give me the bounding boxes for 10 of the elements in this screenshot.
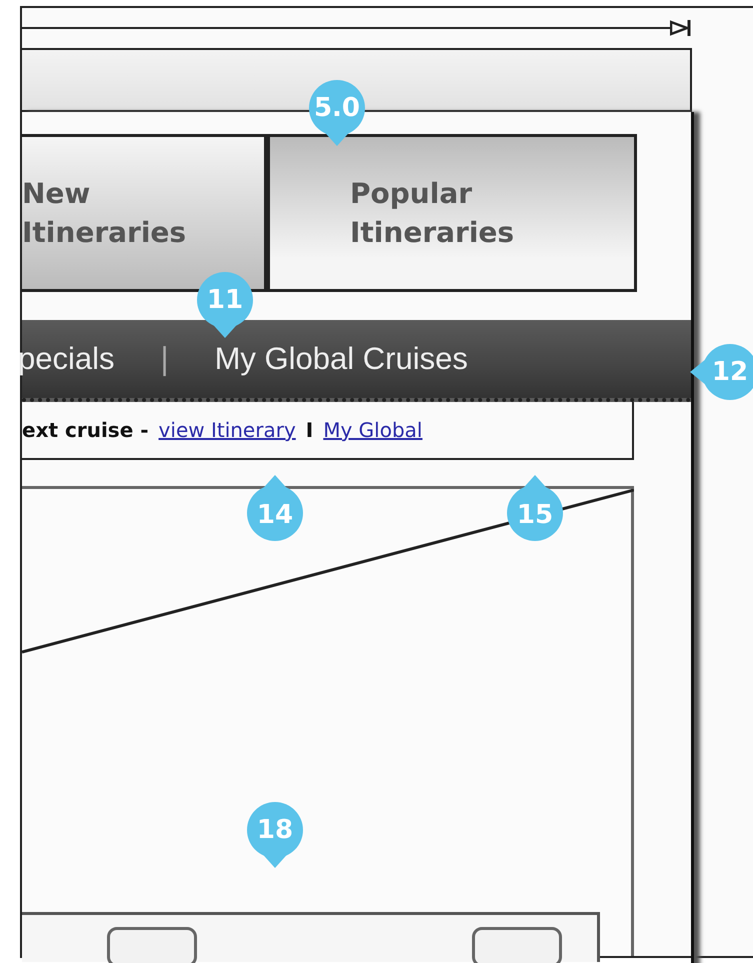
nav-link[interactable]: My Global Cruises bbox=[214, 341, 468, 377]
nav-button[interactable] bbox=[107, 927, 197, 963]
link-separator: I bbox=[306, 418, 314, 442]
nav-button[interactable] bbox=[472, 927, 562, 963]
text-link[interactable]: view Itinerary bbox=[158, 418, 296, 442]
text-link[interactable]: My Global bbox=[323, 418, 422, 442]
tab[interactable]: Popular Itineraries bbox=[267, 134, 637, 292]
nav-separator: | bbox=[160, 342, 170, 376]
next-cruise-label: ext cruise - bbox=[22, 418, 149, 442]
nav-link[interactable]: pecials bbox=[18, 341, 114, 377]
